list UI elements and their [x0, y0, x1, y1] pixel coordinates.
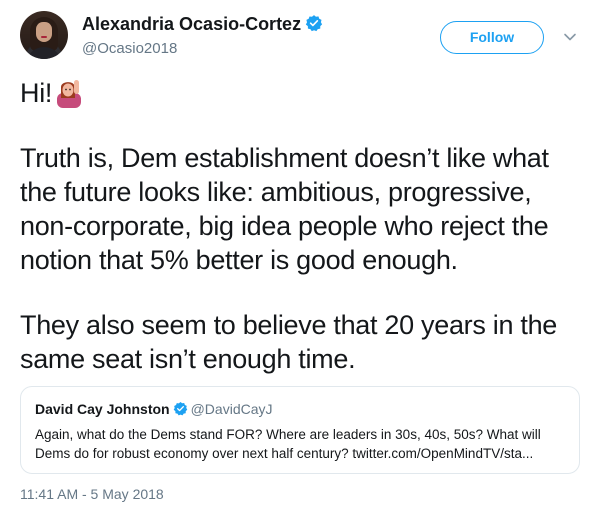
tweet-greeting: Hi! — [20, 78, 53, 108]
quoted-tweet-text: Again, what do the Dems stand FOR? Where… — [35, 427, 541, 461]
quoted-author-name: David Cay Johnston — [35, 401, 170, 417]
author-avatar[interactable] — [20, 11, 68, 59]
quoted-author-handle: @DavidCayJ — [190, 401, 273, 417]
chevron-down-icon[interactable] — [563, 30, 577, 44]
woman-raising-hand-emoji-icon — [56, 78, 82, 108]
quoted-tweet-header: David Cay Johnston @DavidCayJ — [35, 401, 565, 419]
quoted-verified-badge-icon — [173, 401, 188, 419]
author-handle[interactable]: @Ocasio2018 — [82, 40, 177, 57]
tweet-body: Hi! Truth is, Dem establishment doesn’t … — [20, 76, 590, 376]
tweet-paragraph-2: They also seem to believe that 20 years … — [20, 310, 558, 374]
tweet-timestamp[interactable]: 11:41 AM - 5 May 2018 — [20, 486, 164, 502]
quoted-tweet[interactable]: David Cay Johnston @DavidCayJ Again, what… — [20, 386, 580, 474]
tweet-paragraph-1: Truth is, Dem establishment doesn’t like… — [20, 143, 549, 275]
author-display-name[interactable]: Alexandria Ocasio-Cortez — [82, 14, 301, 34]
verified-badge-icon — [305, 14, 323, 37]
tweet-card: Alexandria Ocasio-Cortez @Ocasio2018 Fol… — [0, 0, 603, 510]
author-name-row[interactable]: Alexandria Ocasio-Cortez — [82, 14, 323, 37]
follow-button[interactable]: Follow — [440, 21, 544, 54]
tweet-greeting-line: Hi! — [20, 76, 590, 110]
